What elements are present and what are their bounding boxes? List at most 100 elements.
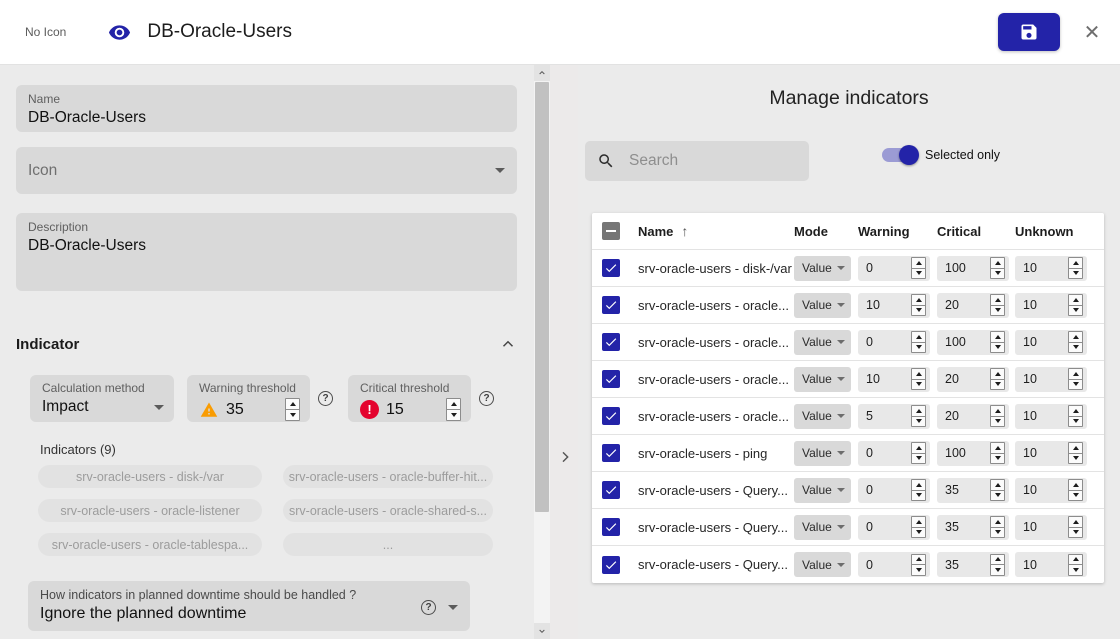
unknown-input[interactable]: 10 [1015, 478, 1087, 503]
scroll-up-button[interactable] [534, 65, 550, 81]
critical-input[interactable]: 100 [937, 256, 1009, 281]
unknown-input[interactable]: 10 [1015, 404, 1087, 429]
toggle-track[interactable] [882, 148, 916, 162]
warning-threshold-stepper[interactable] [285, 398, 300, 421]
warning-input[interactable]: 5 [858, 404, 930, 429]
number-stepper[interactable] [990, 331, 1005, 353]
number-stepper[interactable] [990, 479, 1005, 501]
unknown-input[interactable]: 10 [1015, 515, 1087, 540]
unknown-input[interactable]: 10 [1015, 293, 1087, 318]
indicator-chip[interactable]: srv-oracle-users - disk-/var [38, 465, 262, 488]
row-checkbox[interactable] [602, 259, 620, 277]
column-name[interactable]: Name [638, 224, 673, 239]
warning-input[interactable]: 0 [858, 256, 930, 281]
critical-input[interactable]: 20 [937, 367, 1009, 392]
save-button[interactable] [998, 13, 1060, 51]
calculation-method-select[interactable]: Calculation method Impact [30, 375, 174, 422]
row-checkbox[interactable] [602, 407, 620, 425]
number-stepper[interactable] [911, 405, 926, 427]
scrollbar-thumb[interactable] [535, 82, 549, 512]
search-input[interactable] [629, 152, 779, 170]
number-stepper[interactable] [990, 516, 1005, 538]
warning-threshold-field[interactable]: Warning threshold 35 [187, 375, 310, 422]
row-checkbox[interactable] [602, 481, 620, 499]
close-icon[interactable]: ✕ [1080, 20, 1104, 45]
warning-input[interactable]: 0 [858, 552, 930, 577]
number-stepper[interactable] [911, 479, 926, 501]
mode-select[interactable]: Value [794, 293, 851, 318]
number-stepper[interactable] [990, 257, 1005, 279]
row-checkbox[interactable] [602, 296, 620, 314]
row-checkbox[interactable] [602, 333, 620, 351]
critical-input[interactable]: 100 [937, 441, 1009, 466]
number-stepper[interactable] [990, 442, 1005, 464]
mode-select[interactable]: Value [794, 404, 851, 429]
row-checkbox[interactable] [602, 444, 620, 462]
indicator-chip[interactable]: srv-oracle-users - oracle-listener [38, 499, 262, 522]
warning-input[interactable]: 0 [858, 330, 930, 355]
number-stepper[interactable] [911, 294, 926, 316]
warning-input[interactable]: 0 [858, 515, 930, 540]
indicator-chip-overflow[interactable]: ... [283, 533, 493, 556]
left-panel-scrollbar[interactable] [534, 65, 550, 639]
number-stepper[interactable] [1068, 294, 1083, 316]
unknown-input[interactable]: 10 [1015, 367, 1087, 392]
indicator-chip[interactable]: srv-oracle-users - oracle-buffer-hit... [283, 465, 493, 488]
sort-ascending-icon[interactable]: ↑ [681, 223, 688, 239]
icon-select[interactable]: Icon [16, 147, 517, 194]
description-field[interactable]: Description DB-Oracle-Users [16, 213, 517, 291]
number-stepper[interactable] [990, 368, 1005, 390]
mode-select[interactable]: Value [794, 330, 851, 355]
critical-input[interactable]: 35 [937, 478, 1009, 503]
unknown-input[interactable]: 10 [1015, 552, 1087, 577]
number-stepper[interactable] [911, 331, 926, 353]
row-checkbox[interactable] [602, 518, 620, 536]
number-stepper[interactable] [1068, 405, 1083, 427]
critical-input[interactable]: 35 [937, 552, 1009, 577]
number-stepper[interactable] [1068, 554, 1083, 576]
number-stepper[interactable] [911, 257, 926, 279]
row-checkbox[interactable] [602, 370, 620, 388]
critical-threshold-stepper[interactable] [446, 398, 461, 421]
indicator-chip[interactable]: srv-oracle-users - oracle-tablespa... [38, 533, 262, 556]
mode-select[interactable]: Value [794, 515, 851, 540]
number-stepper[interactable] [1068, 479, 1083, 501]
collapse-chevron-up-icon[interactable] [499, 335, 517, 353]
select-all-checkbox[interactable] [602, 222, 620, 240]
mode-select[interactable]: Value [794, 256, 851, 281]
unknown-input[interactable]: 10 [1015, 330, 1087, 355]
help-icon[interactable]: ? [318, 391, 333, 406]
downtime-handling-select[interactable]: How indicators in planned downtime shoul… [28, 581, 470, 631]
number-stepper[interactable] [1068, 257, 1083, 279]
critical-input[interactable]: 100 [937, 330, 1009, 355]
number-stepper[interactable] [911, 442, 926, 464]
row-checkbox[interactable] [602, 556, 620, 574]
critical-input[interactable]: 35 [937, 515, 1009, 540]
number-stepper[interactable] [911, 516, 926, 538]
number-stepper[interactable] [990, 294, 1005, 316]
unknown-input[interactable]: 10 [1015, 256, 1087, 281]
warning-input[interactable]: 10 [858, 293, 930, 318]
mode-select[interactable]: Value [794, 478, 851, 503]
help-icon[interactable]: ? [421, 600, 436, 615]
critical-threshold-field[interactable]: Critical threshold ! 15 [348, 375, 471, 422]
mode-select[interactable]: Value [794, 441, 851, 466]
search-field[interactable] [585, 141, 809, 181]
indicator-chip[interactable]: srv-oracle-users - oracle-shared-s... [283, 499, 493, 522]
expand-panel-button[interactable] [553, 443, 577, 471]
number-stepper[interactable] [990, 405, 1005, 427]
number-stepper[interactable] [1068, 331, 1083, 353]
number-stepper[interactable] [911, 368, 926, 390]
number-stepper[interactable] [911, 554, 926, 576]
number-stepper[interactable] [1068, 516, 1083, 538]
mode-select[interactable]: Value [794, 552, 851, 577]
selected-only-toggle[interactable]: Selected only [882, 148, 1000, 162]
mode-select[interactable]: Value [794, 367, 851, 392]
critical-input[interactable]: 20 [937, 293, 1009, 318]
unknown-input[interactable]: 10 [1015, 441, 1087, 466]
warning-input[interactable]: 0 [858, 441, 930, 466]
help-icon[interactable]: ? [479, 391, 494, 406]
number-stepper[interactable] [1068, 368, 1083, 390]
critical-input[interactable]: 20 [937, 404, 1009, 429]
number-stepper[interactable] [1068, 442, 1083, 464]
